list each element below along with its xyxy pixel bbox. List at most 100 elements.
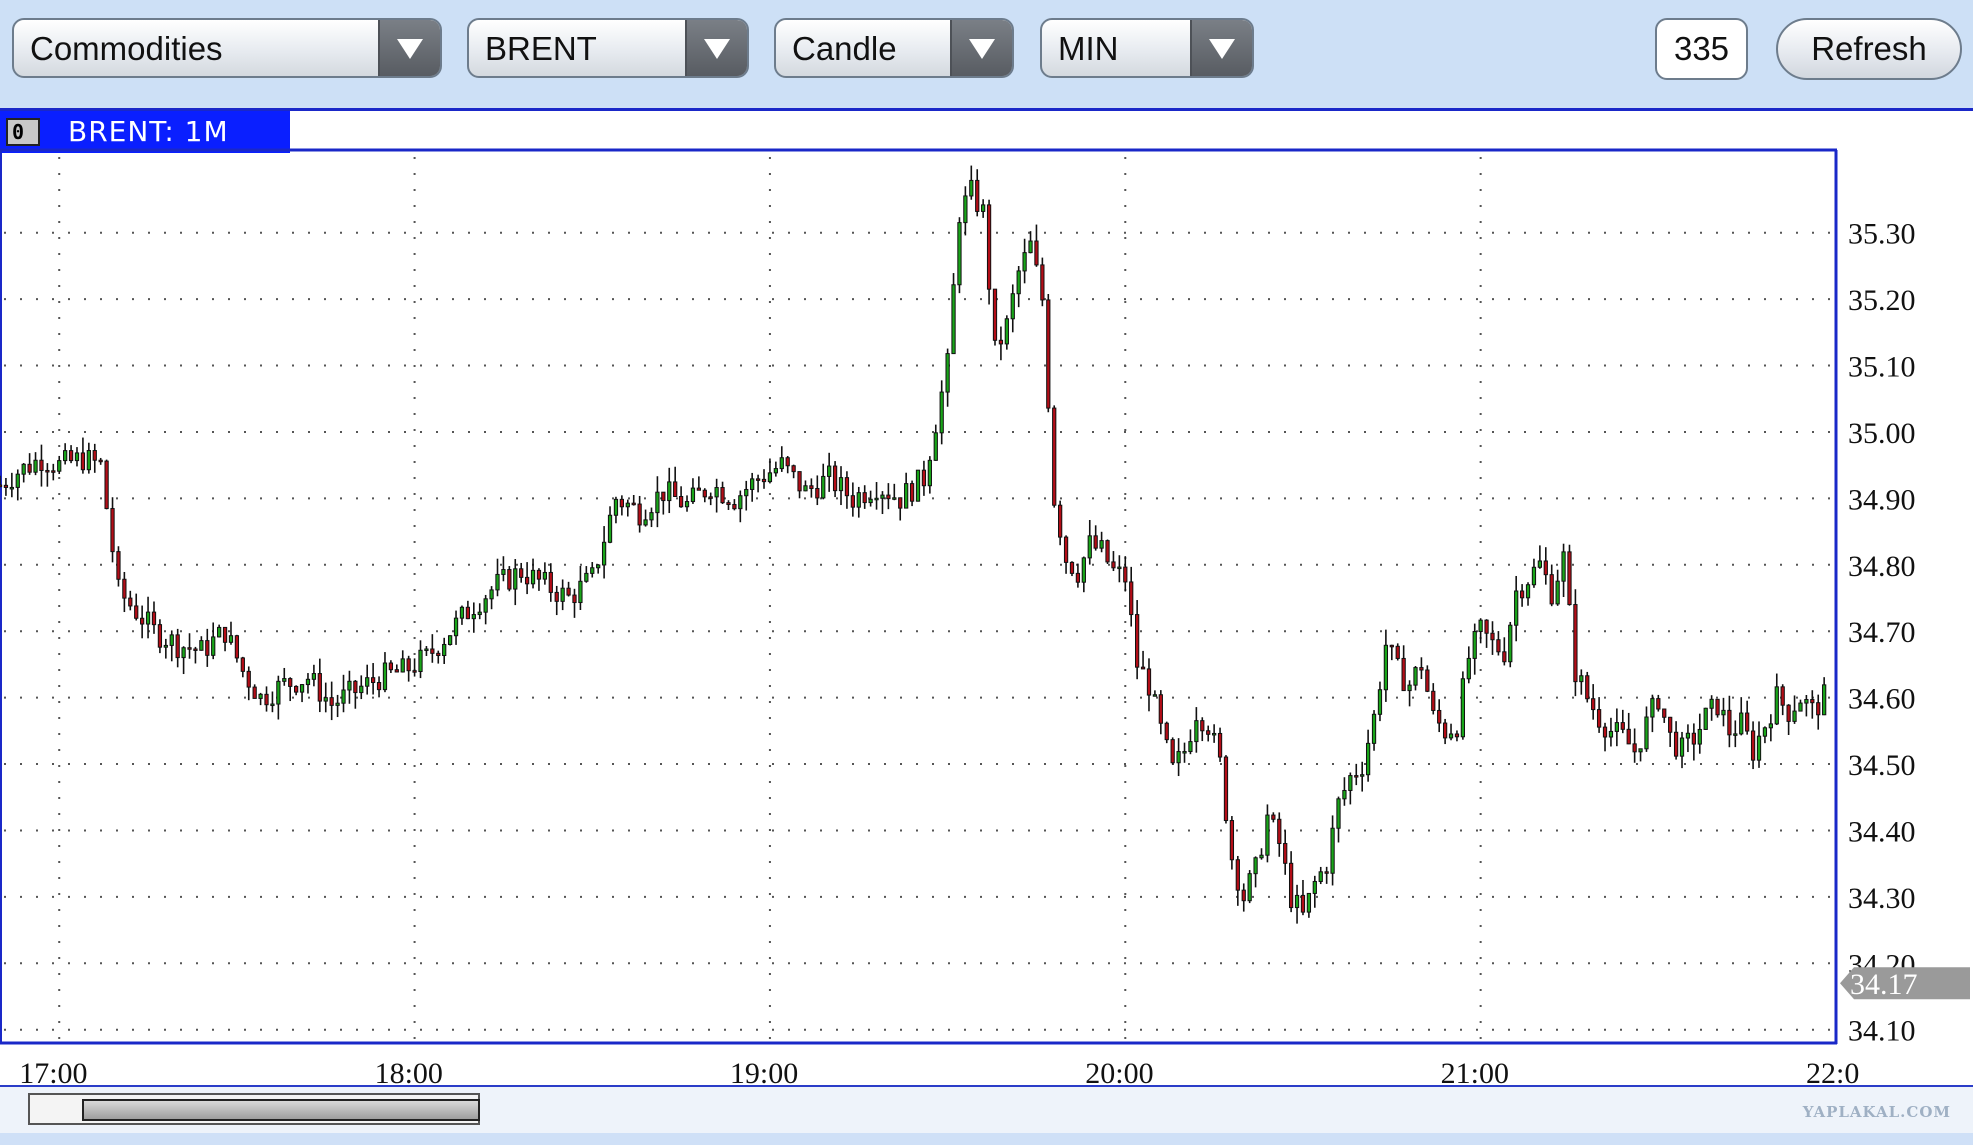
chart-type-select[interactable]: Candle xyxy=(774,18,1014,78)
candle-up xyxy=(489,589,494,600)
candle-down xyxy=(140,617,145,625)
chevron-down-icon[interactable] xyxy=(685,20,747,76)
candle-up xyxy=(1525,584,1531,599)
x-tick-label: 18:00 xyxy=(375,1057,443,1085)
candle-down xyxy=(631,502,636,506)
y-tick-label: 35.00 xyxy=(1848,417,1916,450)
candle-up xyxy=(690,487,696,503)
chevron-down-icon[interactable] xyxy=(950,20,1012,76)
candle-up xyxy=(9,486,14,490)
candle-down xyxy=(809,485,814,489)
candle-down xyxy=(1437,709,1442,724)
candle-down xyxy=(80,452,86,471)
candle-down xyxy=(637,503,642,526)
candle-up xyxy=(684,501,690,508)
candle-up xyxy=(305,678,311,686)
candle-down xyxy=(797,471,802,492)
candle-down xyxy=(791,465,796,473)
candle-down xyxy=(1745,712,1750,732)
candle-up xyxy=(1383,644,1389,691)
candle-up xyxy=(601,541,607,566)
candle-up xyxy=(477,611,482,616)
candle-up xyxy=(1099,540,1104,549)
candle-up xyxy=(501,569,506,575)
candle-up xyxy=(530,569,536,585)
candle-up xyxy=(1579,675,1584,683)
candle-down xyxy=(3,484,9,488)
candle-up xyxy=(63,450,68,462)
candle-down xyxy=(388,662,394,671)
y-tick-label: 34.80 xyxy=(1848,550,1916,583)
symbol-select[interactable]: BRENT xyxy=(467,18,749,78)
candle-up xyxy=(459,606,465,619)
candle-down xyxy=(1229,820,1235,861)
candle-up xyxy=(744,488,749,497)
candle-down xyxy=(1585,675,1590,700)
candle-down xyxy=(1164,722,1169,741)
candle-up xyxy=(442,643,447,657)
interval-select[interactable]: MIN xyxy=(1040,18,1254,78)
market-select[interactable]: Commodities xyxy=(12,18,442,78)
candle-down xyxy=(329,697,334,706)
candle-up xyxy=(1016,270,1021,295)
candle-up xyxy=(1822,684,1827,716)
candle-down xyxy=(815,487,820,499)
candle-up xyxy=(1294,894,1300,909)
candlestick-chart[interactable]: 35.30 35.20 35.10 35.00 34.90 34.80 34.70 34.60… xyxy=(0,108,1973,1085)
candle-up xyxy=(667,481,672,502)
candle-down xyxy=(1271,814,1276,820)
candle-down xyxy=(1442,722,1448,739)
candle-down xyxy=(1656,698,1661,710)
candle-down xyxy=(240,657,245,672)
chart-scrollbar[interactable] xyxy=(28,1093,480,1125)
candle-up xyxy=(1312,880,1317,894)
candle-down xyxy=(430,648,435,654)
candle-up xyxy=(1638,748,1643,753)
candle-down xyxy=(1419,667,1424,671)
candle-up xyxy=(1152,694,1158,697)
candle-down xyxy=(1034,240,1039,266)
candle-up xyxy=(957,222,962,286)
candle-down xyxy=(975,179,980,212)
candle-down xyxy=(1431,690,1436,711)
scrollbar-thumb[interactable] xyxy=(82,1099,480,1121)
candle-up xyxy=(495,573,500,591)
candle-up xyxy=(1762,727,1768,737)
candle-down xyxy=(1389,644,1394,648)
candle-down xyxy=(850,495,855,508)
chevron-down-icon[interactable] xyxy=(378,20,440,76)
candle-up xyxy=(1348,775,1353,791)
candle-up xyxy=(311,673,317,680)
candle-up xyxy=(767,472,773,483)
refresh-button[interactable]: Refresh xyxy=(1776,18,1962,80)
candle-up xyxy=(738,495,743,510)
candle-up xyxy=(1010,293,1015,320)
candle-down xyxy=(1591,698,1596,711)
candle-up xyxy=(1342,789,1347,800)
candle-down xyxy=(1519,590,1525,599)
candle-up xyxy=(927,459,932,487)
candle-up xyxy=(643,519,648,526)
candle-up xyxy=(1709,698,1714,709)
bar-count-input[interactable]: 335 xyxy=(1655,18,1748,80)
candle-down xyxy=(1816,702,1821,716)
candle-down xyxy=(898,497,903,509)
chevron-down-icon[interactable] xyxy=(1190,20,1252,76)
candle-up xyxy=(270,703,275,707)
candle-down xyxy=(1140,666,1146,670)
candle-down xyxy=(1105,540,1110,563)
candle-up xyxy=(1460,678,1466,738)
candle-up xyxy=(1739,712,1744,735)
candle-up xyxy=(1768,723,1773,729)
candle-down xyxy=(1620,722,1625,730)
candle-down xyxy=(0,484,3,488)
candle-up xyxy=(471,614,476,620)
candle-up xyxy=(874,497,879,501)
candle-down xyxy=(370,677,376,684)
candle-up xyxy=(969,179,974,197)
candle-up xyxy=(1117,566,1122,570)
candle-up xyxy=(1804,699,1809,704)
candle-up xyxy=(341,689,346,704)
candle-down xyxy=(1502,651,1507,663)
candle-down xyxy=(1052,407,1057,506)
